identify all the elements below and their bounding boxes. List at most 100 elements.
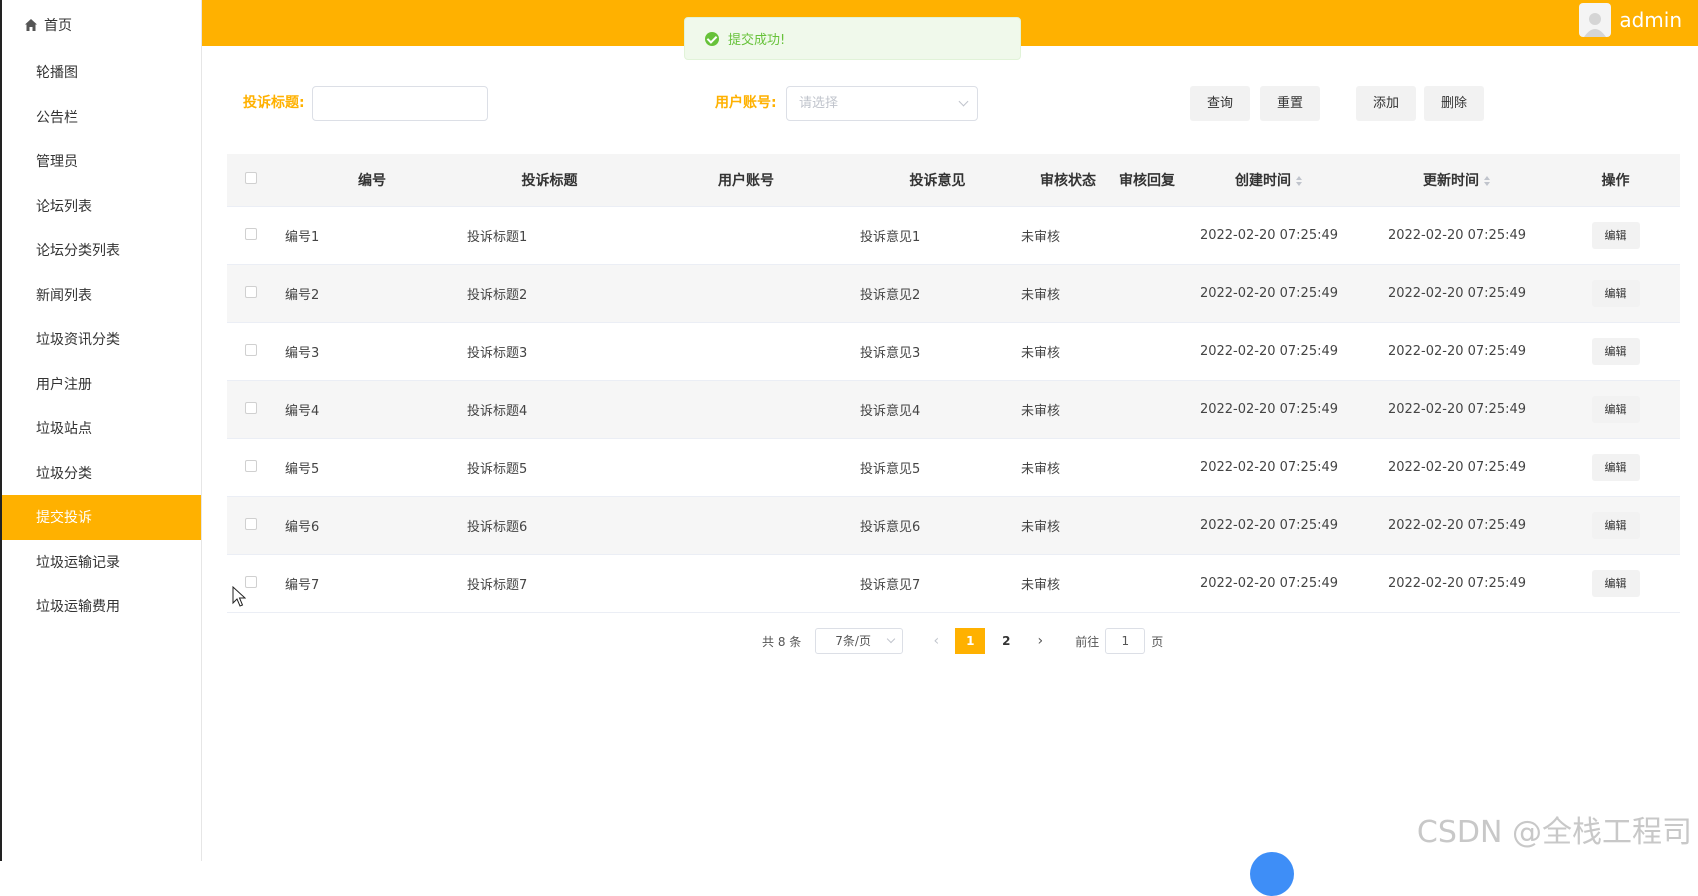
- username: admin: [1619, 8, 1682, 32]
- row-checkbox[interactable]: [245, 344, 257, 356]
- goto-label: 前往: [1075, 633, 1099, 650]
- floating-action-icon[interactable]: [1250, 852, 1294, 896]
- row-checkbox[interactable]: [245, 402, 257, 414]
- select-all-checkbox[interactable]: [245, 172, 257, 184]
- sidebar-item[interactable]: 垃圾运输记录: [2, 540, 201, 585]
- cell-actions: 编辑: [1551, 222, 1680, 249]
- cell-status: 未审核: [1015, 284, 1096, 303]
- sidebar-item-label: 垃圾站点: [36, 418, 92, 438]
- page-size-select[interactable]: 7条/页: [815, 628, 903, 654]
- cell-id: 编号6: [277, 516, 467, 535]
- col-header-id: 编号: [277, 170, 467, 190]
- cell-updated: 2022-02-20 07:25:49: [1363, 460, 1551, 475]
- table-row: 编号2投诉标题2投诉意见2未审核2022-02-20 07:25:492022-…: [227, 265, 1680, 323]
- toast-message: 提交成功!: [728, 29, 785, 48]
- cell-title: 投诉标题7: [467, 574, 632, 593]
- col-header-reply: 审核回复: [1096, 170, 1175, 190]
- prev-page-icon[interactable]: ‹: [923, 633, 949, 649]
- col-header-updated-label: 更新时间: [1423, 173, 1479, 189]
- edit-button[interactable]: 编辑: [1592, 222, 1640, 249]
- edit-button[interactable]: 编辑: [1592, 396, 1640, 423]
- cell-created: 2022-02-20 07:25:49: [1175, 344, 1363, 359]
- sidebar-item[interactable]: 垃圾运输费用: [2, 584, 201, 629]
- sidebar-item[interactable]: 轮播图: [2, 50, 201, 95]
- cell-created: 2022-02-20 07:25:49: [1175, 228, 1363, 243]
- sidebar-item-label: 新闻列表: [36, 285, 92, 305]
- cell-updated: 2022-02-20 07:25:49: [1363, 228, 1551, 243]
- sidebar-item[interactable]: 垃圾分类: [2, 451, 201, 496]
- row-checkbox[interactable]: [245, 576, 257, 588]
- goto-page-input[interactable]: 1: [1105, 628, 1145, 654]
- delete-button[interactable]: 删除: [1424, 86, 1484, 121]
- row-checkbox[interactable]: [245, 286, 257, 298]
- chevron-down-icon: [959, 97, 969, 107]
- edit-button[interactable]: 编辑: [1592, 570, 1640, 597]
- row-checkbox[interactable]: [245, 460, 257, 472]
- row-checkbox[interactable]: [245, 518, 257, 530]
- sort-icon[interactable]: [1296, 176, 1303, 186]
- cell-actions: 编辑: [1551, 396, 1680, 423]
- user-menu[interactable]: admin: [1579, 0, 1682, 40]
- title-filter-input[interactable]: [312, 86, 488, 121]
- sort-icon[interactable]: [1484, 176, 1491, 186]
- row-checkbox[interactable]: [245, 228, 257, 240]
- cell-title: 投诉标题5: [467, 458, 632, 477]
- edit-button[interactable]: 编辑: [1592, 338, 1640, 365]
- account-filter-placeholder: 请选择: [799, 96, 838, 111]
- sidebar-item[interactable]: 垃圾站点: [2, 406, 201, 451]
- sidebar-item[interactable]: 新闻列表: [2, 273, 201, 318]
- sidebar-item-home[interactable]: 首页: [2, 0, 201, 50]
- cell-opinion: 投诉意见1: [860, 226, 1015, 245]
- sidebar-item-label: 垃圾分类: [36, 463, 92, 483]
- title-filter-label: 投诉标题:: [243, 86, 305, 121]
- cell-id: 编号1: [277, 226, 467, 245]
- col-header-updated[interactable]: 更新时间: [1363, 170, 1551, 190]
- page-1[interactable]: 1: [955, 628, 985, 654]
- cell-title: 投诉标题2: [467, 284, 632, 303]
- mouse-cursor-icon: [232, 586, 246, 608]
- account-filter-select[interactable]: 请选择: [786, 86, 978, 121]
- cell-actions: 编辑: [1551, 280, 1680, 307]
- edit-button[interactable]: 编辑: [1592, 454, 1640, 481]
- edit-button[interactable]: 编辑: [1592, 280, 1640, 307]
- cell-actions: 编辑: [1551, 570, 1680, 597]
- cell-id: 编号4: [277, 400, 467, 419]
- cell-created: 2022-02-20 07:25:49: [1175, 286, 1363, 301]
- col-header-actions: 操作: [1551, 170, 1680, 190]
- cell-opinion: 投诉意见2: [860, 284, 1015, 303]
- add-button[interactable]: 添加: [1356, 86, 1416, 121]
- check-circle-icon: [705, 32, 719, 46]
- sidebar-item[interactable]: 论坛分类列表: [2, 228, 201, 273]
- cell-id: 编号7: [277, 574, 467, 593]
- next-page-icon[interactable]: ›: [1027, 633, 1053, 649]
- edit-button[interactable]: 编辑: [1592, 512, 1640, 539]
- table-row: 编号3投诉标题3投诉意见3未审核2022-02-20 07:25:492022-…: [227, 323, 1680, 381]
- sidebar-item[interactable]: 用户注册: [2, 362, 201, 407]
- reset-button[interactable]: 重置: [1260, 86, 1320, 121]
- col-header-title: 投诉标题: [467, 170, 632, 190]
- table-row: 编号7投诉标题7投诉意见7未审核2022-02-20 07:25:492022-…: [227, 555, 1680, 613]
- cell-updated: 2022-02-20 07:25:49: [1363, 402, 1551, 417]
- sidebar-item[interactable]: 提交投诉: [2, 495, 201, 540]
- cell-opinion: 投诉意见7: [860, 574, 1015, 593]
- row-checkbox-cell: [227, 286, 277, 302]
- sidebar-item-label: 用户注册: [36, 374, 92, 394]
- cell-opinion: 投诉意见4: [860, 400, 1015, 419]
- cell-updated: 2022-02-20 07:25:49: [1363, 286, 1551, 301]
- sidebar-item[interactable]: 管理员: [2, 139, 201, 184]
- cell-id: 编号3: [277, 342, 467, 361]
- col-header-created[interactable]: 创建时间: [1175, 170, 1363, 190]
- sidebar-item[interactable]: 公告栏: [2, 95, 201, 140]
- cell-actions: 编辑: [1551, 512, 1680, 539]
- total-count: 共 8 条: [762, 633, 801, 650]
- sidebar-item-label: 提交投诉: [36, 507, 92, 527]
- sidebar-item-label: 论坛分类列表: [36, 240, 120, 260]
- row-checkbox-cell: [227, 228, 277, 244]
- sidebar-item[interactable]: 垃圾资讯分类: [2, 317, 201, 362]
- sidebar-item[interactable]: 论坛列表: [2, 184, 201, 229]
- page-2[interactable]: 2: [991, 628, 1021, 654]
- complaint-table: 编号 投诉标题 用户账号 投诉意见 审核状态 审核回复 创建时间 更新时间 操作…: [227, 154, 1680, 613]
- query-button[interactable]: 查询: [1190, 86, 1250, 121]
- account-filter-label: 用户账号:: [715, 86, 777, 121]
- cell-title: 投诉标题4: [467, 400, 632, 419]
